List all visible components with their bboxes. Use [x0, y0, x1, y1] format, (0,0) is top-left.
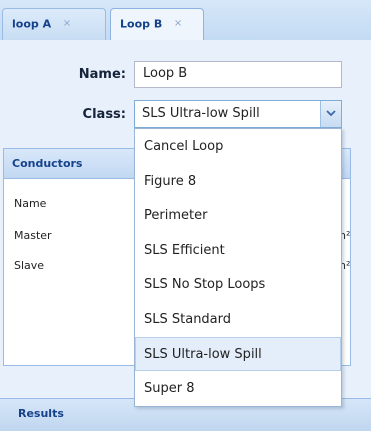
- tab-bar: loop A × Loop B ×: [0, 0, 371, 41]
- dropdown-option[interactable]: Perimeter: [135, 198, 341, 233]
- close-icon[interactable]: ×: [61, 18, 73, 30]
- class-combo-value: SLS Ultra-low Spill: [142, 106, 260, 121]
- dropdown-option[interactable]: SLS Ultra-low Spill: [135, 336, 341, 372]
- conductor-row[interactable]: Master: [14, 229, 52, 242]
- app-window: loop A × Loop B × Name: Loop B Class: SL…: [0, 0, 371, 431]
- dropdown-option[interactable]: Super 8: [135, 371, 341, 406]
- tab-loop-a[interactable]: loop A ×: [2, 8, 106, 40]
- tab-label: loop A: [12, 17, 52, 31]
- conductor-row: Name: [14, 197, 47, 210]
- name-label: Name:: [78, 67, 126, 82]
- conductor-row[interactable]: Slave: [14, 259, 44, 272]
- results-title: Results: [18, 407, 64, 420]
- dropdown-option[interactable]: SLS Standard: [135, 302, 341, 337]
- class-dropdown-list: Cancel Loop Figure 8 Perimeter SLS Effic…: [134, 128, 342, 407]
- dropdown-option[interactable]: SLS No Stop Loops: [135, 267, 341, 302]
- tab-label: Loop B: [120, 17, 163, 31]
- tab-loop-b[interactable]: Loop B ×: [110, 8, 204, 41]
- main-panel: Name: Loop B Class: SLS Ultra-low Spill …: [0, 40, 371, 431]
- combo-trigger[interactable]: [320, 101, 341, 127]
- class-combo[interactable]: SLS Ultra-low Spill: [134, 100, 342, 128]
- dropdown-option[interactable]: SLS Efficient: [135, 233, 341, 268]
- dropdown-option[interactable]: Cancel Loop: [135, 129, 341, 164]
- close-icon[interactable]: ×: [172, 18, 184, 30]
- class-label: Class:: [82, 107, 126, 122]
- chevron-down-icon: [326, 110, 336, 117]
- name-field[interactable]: Loop B: [134, 61, 342, 88]
- dropdown-option[interactable]: Figure 8: [135, 164, 341, 199]
